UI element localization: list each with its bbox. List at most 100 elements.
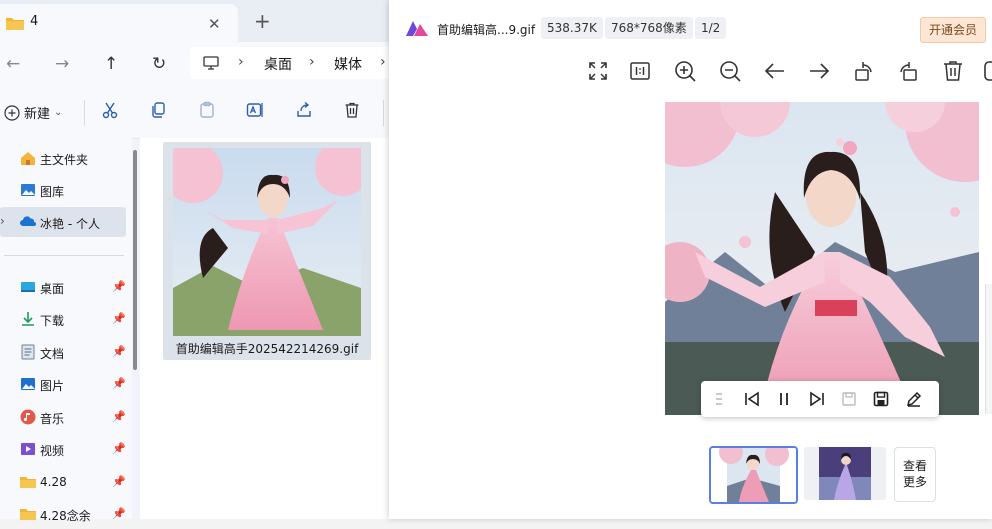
fullscreen-icon[interactable]: [585, 58, 611, 84]
pause-icon[interactable]: [775, 390, 793, 408]
actual-size-icon[interactable]: [627, 58, 653, 84]
zoom-in-icon[interactable]: [672, 58, 698, 84]
breadcrumb-separator: ›: [238, 54, 244, 70]
side-panel-handle[interactable]: [985, 284, 992, 414]
file-name-label: 首助编辑高手202542214269.gif: [175, 342, 359, 356]
delete-icon[interactable]: [343, 101, 361, 119]
share-icon[interactable]: [295, 101, 313, 119]
sidebar-item-label: 文档: [40, 347, 65, 361]
address-bar[interactable]: › 桌面 › 媒体 ›: [190, 47, 400, 79]
command-bar: 新建 ⌄: [0, 86, 400, 139]
delete-image-icon[interactable]: [940, 58, 966, 84]
sidebar-item-label: 下载: [40, 314, 65, 328]
tab-title: 4: [30, 14, 39, 29]
sidebar-item-downloads[interactable]: 下载 📌: [0, 304, 126, 334]
sidebar-item-label: 图库: [40, 185, 65, 199]
sidebar-item-home[interactable]: 主文件夹: [0, 143, 126, 173]
sidebar-item-onedrive[interactable]: › 冰艳 - 个人: [0, 207, 126, 237]
divider: [383, 100, 384, 126]
refresh-button[interactable]: ↻: [152, 54, 166, 74]
save-icon[interactable]: [872, 390, 890, 408]
breadcrumb-media[interactable]: 媒体: [334, 54, 362, 74]
sidebar-item-label: 音乐: [40, 412, 65, 426]
rotate-left-icon[interactable]: [851, 58, 877, 84]
gallery-icon: [20, 182, 36, 198]
sidebar-item-folder-428-nianyu[interactable]: 4.28念余 📌: [0, 499, 126, 529]
thumbnail-next[interactable]: [804, 447, 886, 500]
view-more-button[interactable]: 查看 更多: [894, 447, 936, 502]
sidebar-item-documents[interactable]: 文档 📌: [0, 337, 126, 367]
pictures-icon: [20, 376, 36, 392]
video-icon: [20, 441, 36, 457]
sidebar-item-videos[interactable]: 视频 📌: [0, 434, 126, 464]
cut-icon[interactable]: [101, 101, 119, 119]
pin-icon[interactable]: 📌: [112, 507, 126, 520]
zoom-out-icon[interactable]: [717, 58, 743, 84]
sidebar-item-label: 冰艳 - 个人: [40, 217, 100, 231]
vip-button[interactable]: 开通会员: [920, 17, 986, 43]
sidebar-item-music[interactable]: 音乐 📌: [0, 402, 126, 432]
rename-icon[interactable]: [246, 101, 264, 119]
new-button[interactable]: 新建 ⌄: [4, 103, 62, 122]
forward-button[interactable]: →: [55, 54, 69, 74]
file-list-area: 首助编辑高手202542214269.gif: [140, 138, 400, 519]
home-icon: [20, 150, 36, 166]
pin-icon[interactable]: 📌: [112, 377, 126, 390]
breadcrumb-separator: ›: [380, 54, 386, 70]
rotate-right-icon[interactable]: [895, 58, 921, 84]
main-image[interactable]: [665, 102, 979, 415]
pin-icon[interactable]: 📌: [112, 312, 126, 325]
breadcrumb-desktop[interactable]: 桌面: [264, 54, 292, 74]
viewer-file-name: 首助编辑高...9.gif: [437, 23, 536, 37]
save-frame-icon[interactable]: [840, 390, 858, 408]
back-button[interactable]: ←: [6, 54, 20, 74]
pin-icon[interactable]: 📌: [112, 442, 126, 455]
document-icon: [20, 344, 36, 360]
sidebar-item-label: 视频: [40, 444, 65, 458]
pin-icon[interactable]: 📌: [112, 280, 126, 293]
file-item[interactable]: 首助编辑高手202542214269.gif: [163, 142, 371, 360]
sidebar-item-folder-428[interactable]: 4.28 📌: [0, 467, 126, 497]
first-frame-icon[interactable]: [743, 390, 761, 408]
download-icon: [20, 311, 36, 327]
computer-icon: [203, 56, 219, 70]
close-tab-icon[interactable]: ✕: [208, 15, 221, 33]
page-index-badge: 1/2: [695, 17, 727, 39]
drag-handle-icon[interactable]: [715, 390, 723, 408]
new-tab-button[interactable]: +: [254, 9, 271, 33]
up-button[interactable]: ↑: [104, 54, 118, 74]
sidebar-item-label: 4.28: [40, 475, 67, 489]
thumbnail-current[interactable]: [709, 446, 798, 504]
more-tools-icon[interactable]: [983, 58, 992, 84]
paste-icon[interactable]: [198, 101, 216, 119]
new-button-label: 新建: [24, 107, 51, 122]
tab-folder-4[interactable]: 4 ✕: [0, 4, 238, 42]
navigation-bar: ← → ↑ ↻ › 桌面 › 媒体 ›: [0, 42, 400, 86]
next-frame-icon[interactable]: [808, 390, 826, 408]
onedrive-icon: [20, 214, 36, 230]
edit-icon[interactable]: [905, 390, 923, 408]
copy-icon[interactable]: [149, 101, 167, 119]
sidebar-item-desktop[interactable]: 桌面 📌: [0, 272, 126, 302]
sidebar-item-label: 图片: [40, 379, 65, 393]
sidebar-item-label: 主文件夹: [40, 153, 89, 167]
folder-icon: [20, 506, 36, 522]
sidebar-item-pictures[interactable]: 图片 📌: [0, 369, 126, 399]
expand-chevron-icon[interactable]: ›: [0, 214, 5, 228]
previous-image-icon[interactable]: [762, 58, 788, 84]
navigation-scrollbar[interactable]: [133, 150, 137, 370]
pin-icon[interactable]: 📌: [112, 345, 126, 358]
sidebar-item-label: 桌面: [40, 282, 65, 296]
playback-control-bar: [701, 381, 939, 417]
tab-bar: 4 ✕ +: [0, 0, 400, 42]
pin-icon[interactable]: 📌: [112, 475, 126, 488]
next-image-icon[interactable]: [806, 58, 832, 84]
app-logo-icon: [405, 19, 429, 37]
pin-icon[interactable]: 📌: [112, 410, 126, 423]
folder-icon: [20, 474, 36, 490]
file-size-badge: 538.37K: [541, 17, 603, 39]
view-more-label: 查看: [902, 459, 927, 473]
music-icon: [20, 409, 36, 425]
sidebar-item-gallery[interactable]: 图库: [0, 175, 126, 205]
file-thumbnail: [173, 148, 361, 336]
